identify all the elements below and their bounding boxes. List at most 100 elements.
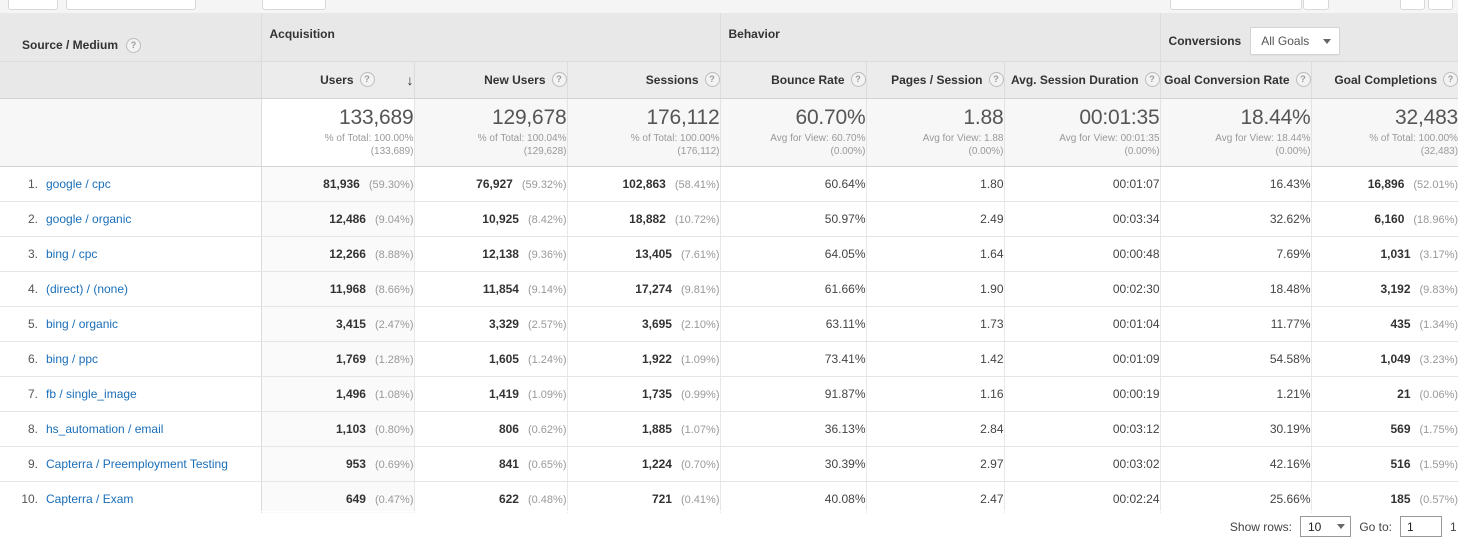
row-source-link[interactable]: Capterra / Exam: [46, 492, 133, 506]
show-rows-select[interactable]: 10: [1299, 516, 1352, 537]
help-icon[interactable]: ?: [359, 72, 375, 87]
help-icon[interactable]: ?: [988, 72, 1004, 87]
row-source-link[interactable]: (direct) / (none): [46, 282, 128, 296]
cell-goal_conv_rate: 7.69%: [1160, 236, 1312, 272]
row-source-link[interactable]: Capterra / Preemployment Testing: [46, 457, 228, 471]
cell-value-avg_duration: 00:03:34: [1112, 211, 1160, 226]
cell-sessions: 1,922 (1.09%): [567, 341, 721, 377]
search-input-cropped[interactable]: [1170, 0, 1302, 10]
cell-value-avg_duration: 00:01:07: [1112, 176, 1160, 191]
cell-pages_session: 1.42: [866, 341, 1005, 377]
group-label-conversions: Conversions: [1168, 34, 1242, 48]
row-source-link[interactable]: bing / organic: [46, 317, 118, 331]
column-header-bounce-rate[interactable]: Bounce Rate ?: [720, 61, 867, 99]
toolbar-chip-1[interactable]: [8, 0, 58, 10]
row-source-link[interactable]: fb / single_image: [46, 387, 137, 401]
cell-value-avg_duration: 00:03:02: [1112, 456, 1160, 471]
cell-value-users: 1,103: [335, 421, 366, 436]
cell-bounce_rate: 61.66%: [720, 271, 867, 307]
cell-value-new_users: 76,927: [476, 176, 513, 191]
row-dimension-cell: 1. google / cpc: [0, 166, 262, 202]
row-dimension-cell: 6. bing / ppc: [0, 341, 262, 377]
cell-new_users: 1,419 (1.09%): [414, 376, 568, 412]
goto-value: 1: [1407, 519, 1414, 534]
cell-users: 3,415 (2.47%): [261, 306, 415, 342]
cell-value-new_users: 622: [498, 491, 519, 506]
sort-descending-icon[interactable]: ↓: [407, 73, 414, 87]
view-toggle-2[interactable]: [1428, 0, 1453, 10]
show-rows-value: 10: [1307, 519, 1322, 534]
row-number: 7.: [27, 386, 38, 401]
view-toggle-1[interactable]: [1400, 0, 1425, 10]
cell-avg_duration: 00:00:48: [1004, 236, 1161, 272]
column-header-new-users[interactable]: New Users ?: [414, 61, 568, 99]
cell-percent-users: (1.08%): [374, 388, 414, 401]
help-icon[interactable]: ?: [1295, 72, 1311, 87]
help-icon[interactable]: ?: [1144, 72, 1160, 87]
analytics-table-viewport: Source / Medium ? Acquisition Behavior C…: [0, 0, 1458, 540]
toolbar-chip-2[interactable]: [66, 0, 196, 10]
cell-percent-new_users: (59.32%): [521, 178, 567, 191]
cell-percent-goal_completions: (1.59%): [1419, 458, 1458, 471]
table-row: 5. bing / organic 3,415 (2.47%) 3,329 (2.57%)…: [0, 306, 1458, 342]
column-header-goal-completions[interactable]: Goal Completions ?: [1311, 61, 1458, 99]
row-source-link[interactable]: bing / cpc: [46, 247, 97, 261]
cell-value-pages_session: 2.97: [980, 456, 1004, 471]
cell-avg_duration: 00:03:02: [1004, 446, 1161, 482]
metric-header-row: Users ? ↓ New Users ? Sessions ? Bounce …: [0, 61, 1458, 99]
cell-percent-users: (1.28%): [374, 353, 414, 366]
cell-value-new_users: 1,605: [488, 351, 519, 366]
cell-avg_duration: 00:01:07: [1004, 166, 1161, 202]
help-icon[interactable]: ?: [551, 72, 567, 87]
row-dimension-cell: 2. google / organic: [0, 201, 262, 237]
row-source-link[interactable]: hs_automation / email: [46, 422, 163, 436]
summary-value-bounce_rate: 60.70%: [795, 105, 866, 129]
cell-goal_completions: 1,031 (3.17%): [1311, 236, 1458, 272]
help-icon[interactable]: ?: [704, 72, 720, 87]
cell-value-pages_session: 2.47: [980, 491, 1004, 506]
cell-new_users: 806 (0.62%): [414, 411, 568, 447]
cell-value-pages_session: 1.90: [980, 281, 1004, 296]
cell-value-sessions: 1,224: [641, 456, 672, 471]
cell-avg_duration: 00:03:12: [1004, 411, 1161, 447]
cell-goal_conv_rate: 32.62%: [1160, 201, 1312, 237]
cell-value-avg_duration: 00:02:30: [1112, 281, 1160, 296]
cell-value-goal_completions: 21: [1397, 386, 1411, 401]
cell-pages_session: 1.64: [866, 236, 1005, 272]
help-icon[interactable]: ?: [850, 72, 866, 87]
cell-goal_conv_rate: 11.77%: [1160, 306, 1312, 342]
cell-avg_duration: 00:03:34: [1004, 201, 1161, 237]
cell-pages_session: 1.90: [866, 271, 1005, 307]
summary-subtext-sessions: % of Total: 100.00% (176,112): [630, 133, 720, 158]
cell-users: 953 (0.69%): [261, 446, 415, 482]
column-header-users[interactable]: Users ? ↓: [261, 61, 415, 99]
cell-bounce_rate: 64.05%: [720, 236, 867, 272]
goto-input[interactable]: 1: [1400, 516, 1442, 537]
dimension-header-cell[interactable]: Source / Medium ?: [0, 13, 262, 62]
group-header-behavior: Behavior: [720, 13, 1161, 62]
table-row: 2. google / organic 12,486 (9.04%) 10,925 (8.…: [0, 201, 1458, 237]
cell-value-bounce_rate: 63.11%: [825, 316, 866, 331]
column-header-goal-conversion-rate[interactable]: Goal Conversion Rate ?: [1160, 61, 1312, 99]
column-header-avg-session-duration[interactable]: Avg. Session Duration ?: [1004, 61, 1161, 99]
help-icon[interactable]: ?: [1443, 72, 1458, 87]
goals-select[interactable]: All Goals: [1250, 27, 1341, 55]
cell-value-new_users: 841: [498, 456, 519, 471]
cell-users: 1,103 (0.80%): [261, 411, 415, 447]
help-icon[interactable]: ?: [126, 37, 142, 53]
group-label-acquisition: Acquisition: [269, 27, 335, 41]
column-header-pages-session[interactable]: Pages / Session ?: [866, 61, 1005, 99]
toolbar-chip-3[interactable]: [262, 0, 326, 10]
cell-value-avg_duration: 00:02:24: [1112, 491, 1160, 506]
search-button-cropped[interactable]: [1303, 0, 1329, 10]
cell-sessions: 17,274 (9.81%): [567, 271, 721, 307]
cell-value-goal_conv_rate: 16.43%: [1269, 176, 1311, 191]
cell-users: 11,968 (8.66%): [261, 271, 415, 307]
summary-subtext-bounce_rate: Avg for View: 60.70% (0.00%): [770, 133, 866, 158]
row-source-link[interactable]: google / cpc: [46, 177, 111, 191]
column-header-sessions[interactable]: Sessions ?: [567, 61, 721, 99]
row-source-link[interactable]: bing / ppc: [46, 352, 98, 366]
cell-users: 1,769 (1.28%): [261, 341, 415, 377]
cell-percent-users: (8.88%): [374, 248, 414, 261]
row-source-link[interactable]: google / organic: [46, 212, 131, 226]
